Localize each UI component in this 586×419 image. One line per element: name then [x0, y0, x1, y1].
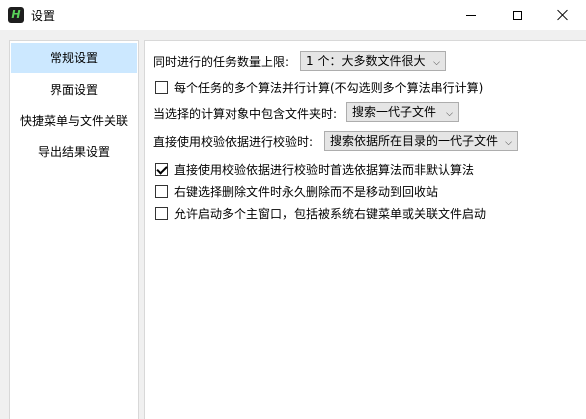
- prefer-basis-algorithm-option[interactable]: 直接使用校验依据进行校验时首选依据算法而非默认算法: [155, 161, 474, 178]
- prefer-basis-algorithm-label: 直接使用校验依据进行校验时首选依据算法而非默认算法: [174, 163, 475, 177]
- sidebar-item-export[interactable]: 导出结果设置: [11, 137, 137, 167]
- parallel-algorithms-label: 每个任务的多个算法并行计算(不勾选则多个算法串行计算): [174, 81, 484, 95]
- settings-sidebar: 常规设置 界面设置 快捷菜单与文件关联 导出结果设置: [9, 40, 139, 419]
- permanent-delete-checkbox[interactable]: [155, 185, 168, 198]
- close-icon: [557, 9, 569, 21]
- title-bar: H 设置: [0, 0, 586, 30]
- task-limit-select[interactable]: 1 个：大多数文件很大 ⌵: [300, 51, 446, 71]
- folder-selection-label: 当选择的计算对象中包含文件夹时:: [153, 107, 338, 121]
- close-button[interactable]: [540, 0, 586, 30]
- folder-selection-select[interactable]: 搜索一代子文件 ⌵: [346, 102, 459, 122]
- minimize-button[interactable]: [448, 0, 494, 30]
- task-limit-label: 同时进行的任务数量上限:: [153, 55, 290, 69]
- maximize-icon: [512, 10, 522, 20]
- sidebar-item-shortcut-menu[interactable]: 快捷菜单与文件关联: [11, 106, 137, 136]
- verify-basis-value: 搜索依据所在目录的一代子文件: [330, 134, 499, 148]
- sidebar-item-interface[interactable]: 界面设置: [11, 75, 137, 105]
- chevron-down-icon: ⌵: [446, 109, 453, 119]
- chevron-down-icon: ⌵: [433, 58, 440, 68]
- folder-selection-value: 搜索一代子文件: [352, 105, 437, 119]
- multi-window-checkbox[interactable]: [155, 207, 168, 220]
- app-logo-icon: H: [8, 7, 24, 23]
- parallel-algorithms-option[interactable]: 每个任务的多个算法并行计算(不勾选则多个算法串行计算): [155, 79, 483, 96]
- chevron-down-icon: ⌵: [505, 138, 512, 148]
- maximize-button[interactable]: [494, 0, 540, 30]
- settings-panel: 同时进行的任务数量上限: 1 个：大多数文件很大 ⌵ 每个任务的多个算法并行计算…: [144, 40, 586, 419]
- permanent-delete-option[interactable]: 右键选择删除文件时永久删除而不是移动到回收站: [155, 183, 438, 200]
- parallel-algorithms-checkbox[interactable]: [155, 81, 168, 94]
- verify-basis-label: 直接使用校验依据进行校验时:: [153, 135, 314, 149]
- sidebar-item-general[interactable]: 常规设置: [11, 43, 137, 73]
- minimize-icon: [466, 14, 476, 16]
- multi-window-option[interactable]: 允许启动多个主窗口，包括被系统右键菜单或关联文件启动: [155, 205, 486, 222]
- window-title: 设置: [31, 9, 56, 23]
- task-limit-value: 1 个：大多数文件很大: [306, 54, 426, 68]
- verify-basis-select[interactable]: 搜索依据所在目录的一代子文件 ⌵: [324, 131, 518, 151]
- prefer-basis-algorithm-checkbox[interactable]: [155, 163, 168, 176]
- permanent-delete-label: 右键选择删除文件时永久删除而不是移动到回收站: [174, 185, 439, 199]
- multi-window-label: 允许启动多个主窗口，包括被系统右键菜单或关联文件启动: [174, 207, 487, 221]
- window-client-area: 常规设置 界面设置 快捷菜单与文件关联 导出结果设置 同时进行的任务数量上限: …: [0, 30, 586, 419]
